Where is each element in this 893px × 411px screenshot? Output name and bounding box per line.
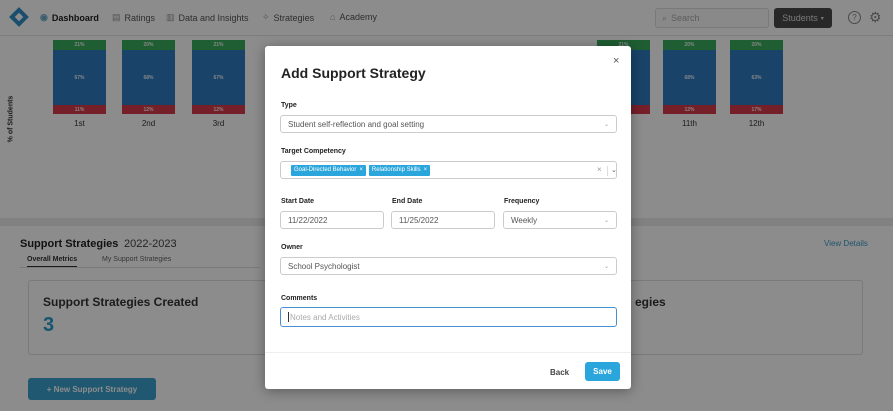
frequency-label: Frequency — [504, 198, 540, 205]
comments-input[interactable]: Notes and Activities — [280, 307, 617, 327]
frequency-select[interactable]: Weekly ⌄ — [503, 211, 617, 229]
remove-tag-icon[interactable]: × — [359, 167, 363, 173]
text-caret — [288, 312, 289, 322]
competency-tag[interactable]: Relationship Skills × — [368, 164, 431, 176]
type-select[interactable]: Student self-reflection and goal setting… — [280, 115, 617, 133]
end-date-input[interactable]: 11/25/2022 — [391, 211, 495, 229]
modal-footer-divider — [265, 352, 631, 353]
start-date-input[interactable]: 11/22/2022 — [280, 211, 384, 229]
competency-tag[interactable]: Goal-Directed Behavior × — [291, 164, 366, 176]
type-label: Type — [281, 102, 297, 109]
comments-label: Comments — [281, 295, 318, 302]
save-button[interactable]: Save — [585, 362, 620, 381]
start-date-label: Start Date — [281, 198, 315, 205]
remove-tag-icon[interactable]: × — [424, 167, 428, 173]
target-competency-label: Target Competency — [281, 148, 346, 155]
end-date-label: End Date — [392, 198, 423, 205]
back-button[interactable]: Back — [550, 368, 569, 377]
chevron-down-icon: ⌄ — [603, 264, 609, 270]
owner-label: Owner — [281, 244, 303, 251]
modal-title: Add Support Strategy — [281, 65, 426, 81]
chevron-down-icon: ⌄ — [603, 218, 609, 224]
close-icon[interactable]: × — [613, 55, 619, 67]
chevron-down-icon[interactable]: ⌄ — [611, 166, 617, 174]
owner-select[interactable]: School Psychologist ⌄ — [280, 257, 617, 275]
clear-icon[interactable]: × — [597, 165, 602, 174]
select-separator — [607, 166, 608, 176]
chevron-down-icon: ⌄ — [603, 122, 609, 128]
target-competency-select[interactable]: Goal-Directed Behavior × Relationship Ski… — [280, 161, 617, 179]
add-support-strategy-modal: Add Support Strategy × Type Student self… — [265, 46, 631, 389]
